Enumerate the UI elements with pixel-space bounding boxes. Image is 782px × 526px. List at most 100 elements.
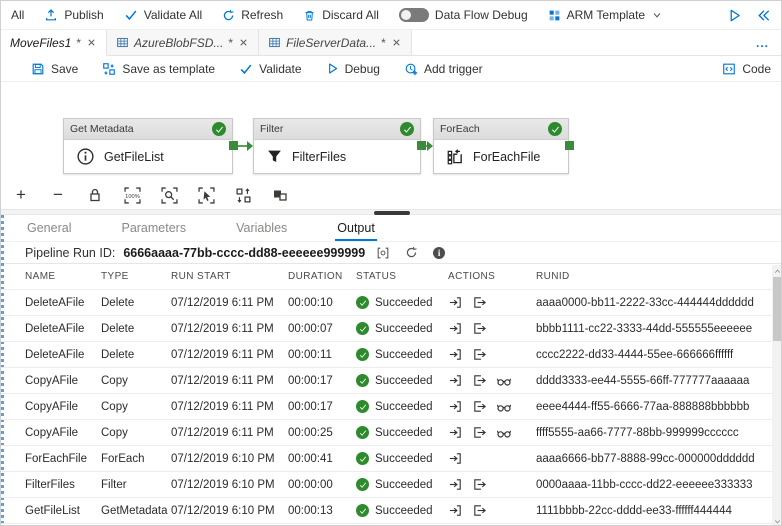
- connector-output-port[interactable]: [565, 141, 574, 150]
- tab-general[interactable]: General: [25, 217, 73, 241]
- output-action-icon[interactable]: [472, 399, 487, 414]
- auto-align-icon: [235, 187, 252, 204]
- tab-dirty-marker: *: [228, 35, 234, 50]
- pipeline-run-id-label: Pipeline Run ID:: [25, 245, 116, 260]
- dataset-grid-icon: [268, 36, 281, 49]
- refresh-button[interactable]: Refresh: [212, 1, 293, 29]
- arm-template-menu[interactable]: ARM Template: [538, 1, 673, 29]
- discard-all-button[interactable]: Discard All: [293, 1, 389, 29]
- collapse-double-chevron-icon[interactable]: [756, 8, 771, 23]
- toggle-off-icon[interactable]: [398, 8, 429, 22]
- zoom-in-button[interactable]: +: [11, 185, 31, 205]
- validate-icon: [239, 62, 253, 76]
- activity-type-label: ForEach: [440, 123, 480, 135]
- refresh-output-icon[interactable]: [401, 244, 421, 262]
- refresh-icon: [222, 9, 235, 22]
- input-action-icon[interactable]: [448, 295, 463, 310]
- column-header-actions[interactable]: ACTIONS: [448, 271, 536, 282]
- add-trigger-icon: [404, 62, 418, 76]
- details-glasses-icon[interactable]: [496, 425, 512, 441]
- input-action-icon[interactable]: [448, 373, 463, 388]
- output-action-icon[interactable]: [472, 373, 487, 388]
- succeeded-icon: [356, 478, 369, 491]
- arm-template-icon: [548, 9, 561, 22]
- connector-output-port[interactable]: [417, 141, 426, 150]
- activity-node-getmetadata[interactable]: Get Metadata GetFileList: [63, 118, 233, 174]
- scrollbar-thumb[interactable]: [773, 277, 781, 341]
- close-icon[interactable]: [86, 37, 97, 48]
- panel-tabbar: General Parameters Variables Output: [1, 215, 781, 242]
- copy-run-id-icon[interactable]: [373, 244, 393, 262]
- connector-output-port[interactable]: [229, 141, 238, 150]
- lock-canvas-button[interactable]: [85, 185, 105, 205]
- activity-body: ForEachFile: [434, 140, 568, 173]
- debug-play-icon: [326, 62, 339, 75]
- arm-template-label: ARM Template: [566, 8, 646, 22]
- input-action-icon[interactable]: [448, 399, 463, 414]
- input-action-icon[interactable]: [448, 477, 463, 492]
- details-glasses-icon[interactable]: [496, 373, 512, 389]
- output-action-icon[interactable]: [472, 477, 487, 492]
- close-icon[interactable]: [238, 37, 249, 48]
- column-header-name[interactable]: NAME: [25, 271, 101, 282]
- add-trigger-button[interactable]: Add trigger: [392, 56, 495, 81]
- debug-button[interactable]: Debug: [314, 56, 392, 81]
- tab-azureblobfsd[interactable]: AzureBlobFSD... *: [107, 30, 260, 55]
- validate-all-button[interactable]: Validate All: [114, 1, 212, 29]
- close-icon[interactable]: [391, 37, 402, 48]
- publish-button[interactable]: Publish: [34, 1, 113, 29]
- input-action-icon[interactable]: [448, 347, 463, 362]
- column-header-run-start[interactable]: RUN START: [171, 271, 288, 282]
- filter-funnel-icon: [266, 148, 283, 165]
- publish-all-button[interactable]: All: [1, 1, 34, 29]
- column-header-type[interactable]: TYPE: [101, 271, 171, 282]
- output-action-icon[interactable]: [472, 503, 487, 518]
- activity-node-filter[interactable]: Filter FilterFiles: [253, 118, 421, 174]
- tab-label: AzureBlobFSD...: [134, 35, 224, 50]
- input-action-icon[interactable]: [448, 503, 463, 518]
- table-row: CopyAFile Copy 07/12/2019 6:11 PM 00:00:…: [1, 368, 781, 394]
- auto-align-button[interactable]: [233, 185, 253, 205]
- tab-parameters[interactable]: Parameters: [119, 217, 188, 241]
- succeeded-icon: [356, 348, 369, 361]
- input-action-icon[interactable]: [448, 425, 463, 440]
- scroll-up-icon[interactable]: [772, 265, 782, 277]
- zoom-reset-button[interactable]: [122, 185, 142, 205]
- toolbar-right-group: [727, 8, 782, 23]
- activity-node-foreach[interactable]: ForEach ForEachFile: [433, 118, 569, 174]
- tab-output[interactable]: Output: [335, 217, 377, 241]
- tab-movefiles1[interactable]: MoveFiles1 *: [1, 30, 108, 56]
- save-as-template-icon: [102, 62, 116, 76]
- pipeline-toolbar: Save Save as template Validate Debug Add…: [1, 56, 781, 82]
- zoom-out-button[interactable]: −: [48, 185, 68, 205]
- validate-button[interactable]: Validate: [227, 56, 313, 81]
- save-as-template-button[interactable]: Save as template: [90, 56, 227, 81]
- table-row: DeleteAFile Delete 07/12/2019 6:11 PM 00…: [1, 316, 781, 342]
- info-icon[interactable]: i: [429, 244, 449, 262]
- ellipsis-icon: ...: [755, 35, 769, 50]
- output-action-icon[interactable]: [472, 425, 487, 440]
- tab-fileserverdata[interactable]: FileServerData... *: [259, 30, 412, 55]
- details-glasses-icon[interactable]: [496, 399, 512, 415]
- input-action-icon[interactable]: [448, 451, 463, 466]
- save-button[interactable]: Save: [19, 56, 90, 81]
- tab-variables[interactable]: Variables: [234, 217, 289, 241]
- output-action-icon[interactable]: [472, 347, 487, 362]
- more-tabs-button[interactable]: ...: [742, 30, 781, 55]
- column-header-duration[interactable]: DURATION: [288, 271, 356, 282]
- output-action-icon[interactable]: [472, 295, 487, 310]
- input-action-icon[interactable]: [448, 321, 463, 336]
- pipeline-canvas[interactable]: Get Metadata GetFileList Filter FilterFi…: [1, 82, 781, 209]
- scroll-down-icon[interactable]: [772, 515, 782, 526]
- code-button[interactable]: Code: [710, 56, 781, 81]
- play-icon[interactable]: [727, 8, 742, 23]
- minimap-button[interactable]: [270, 185, 290, 205]
- column-header-status[interactable]: STATUS: [356, 271, 448, 282]
- dataflow-debug-toggle[interactable]: Data Flow Debug: [389, 1, 538, 29]
- zoom-to-fit-button[interactable]: [159, 185, 179, 205]
- table-scrollbar[interactable]: [772, 265, 782, 526]
- output-action-icon[interactable]: [472, 321, 487, 336]
- multi-select-button[interactable]: [196, 185, 216, 205]
- column-header-runid[interactable]: RUNID: [536, 271, 781, 282]
- success-badge-icon: [212, 122, 226, 136]
